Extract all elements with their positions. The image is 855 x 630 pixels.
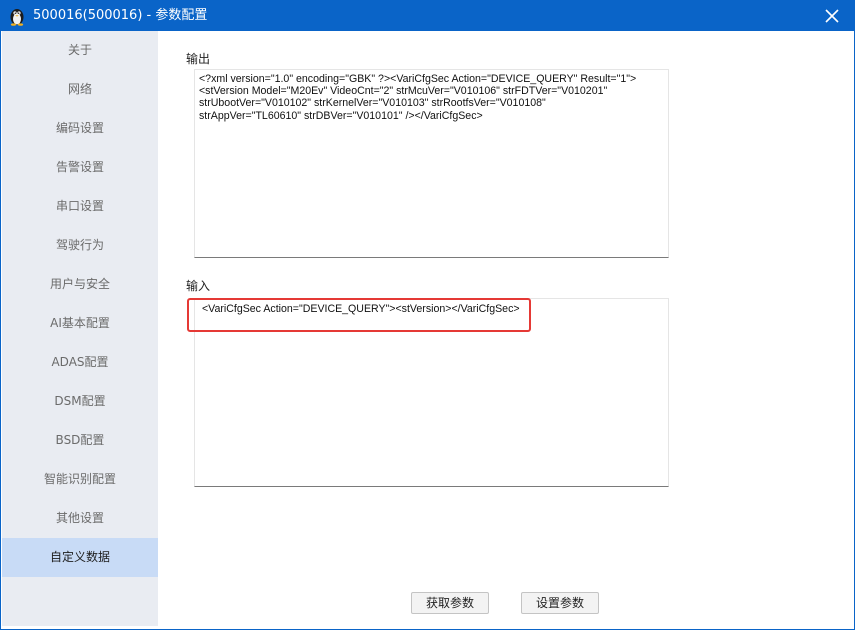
- sidebar-item-other[interactable]: 其他设置: [2, 499, 158, 538]
- sidebar-item-about[interactable]: 关于: [2, 31, 158, 70]
- sidebar-item-bsd[interactable]: BSD配置: [2, 421, 158, 460]
- get-params-button[interactable]: 获取参数: [411, 592, 489, 614]
- output-textarea[interactable]: <?xml version="1.0" encoding="GBK" ?><Va…: [194, 69, 669, 258]
- input-label: 输入: [186, 279, 211, 293]
- title-bar[interactable]: 500016(500016) - 参数配置: [1, 1, 854, 31]
- close-icon: [825, 9, 839, 23]
- sidebar-item-dsm[interactable]: DSM配置: [2, 382, 158, 421]
- set-params-button[interactable]: 设置参数: [521, 592, 599, 614]
- sidebar-item-adas[interactable]: ADAS配置: [2, 343, 158, 382]
- sidebar-item-driving-behavior[interactable]: 驾驶行为: [2, 226, 158, 265]
- sidebar-item-serial-port[interactable]: 串口设置: [2, 187, 158, 226]
- param-config-window: 500016(500016) - 参数配置 关于 网络 编码设置 告警设置 串口…: [0, 0, 855, 630]
- sidebar-item-alarm[interactable]: 告警设置: [2, 148, 158, 187]
- output-text: <?xml version="1.0" encoding="GBK" ?><Va…: [199, 73, 637, 122]
- sidebar-item-smart-recognition[interactable]: 智能识别配置: [2, 460, 158, 499]
- sidebar: 关于 网络 编码设置 告警设置 串口设置 驾驶行为 用户与安全 AI基本配置 A…: [2, 31, 158, 626]
- sidebar-item-network[interactable]: 网络: [2, 70, 158, 109]
- output-label: 输出: [186, 52, 211, 66]
- sidebar-item-user-security[interactable]: 用户与安全: [2, 265, 158, 304]
- sidebar-item-custom-data[interactable]: 自定义数据: [2, 538, 158, 577]
- input-textarea[interactable]: <VariCfgSec Action="DEVICE_QUERY"><stVer…: [194, 298, 669, 487]
- input-text: <VariCfgSec Action="DEVICE_QUERY"><stVer…: [202, 303, 520, 315]
- window-title: 500016(500016) - 参数配置: [33, 8, 208, 23]
- tux-app-icon: [7, 6, 27, 26]
- sidebar-item-ai-basic[interactable]: AI基本配置: [2, 304, 158, 343]
- close-button[interactable]: [810, 1, 854, 31]
- sidebar-item-encoding[interactable]: 编码设置: [2, 109, 158, 148]
